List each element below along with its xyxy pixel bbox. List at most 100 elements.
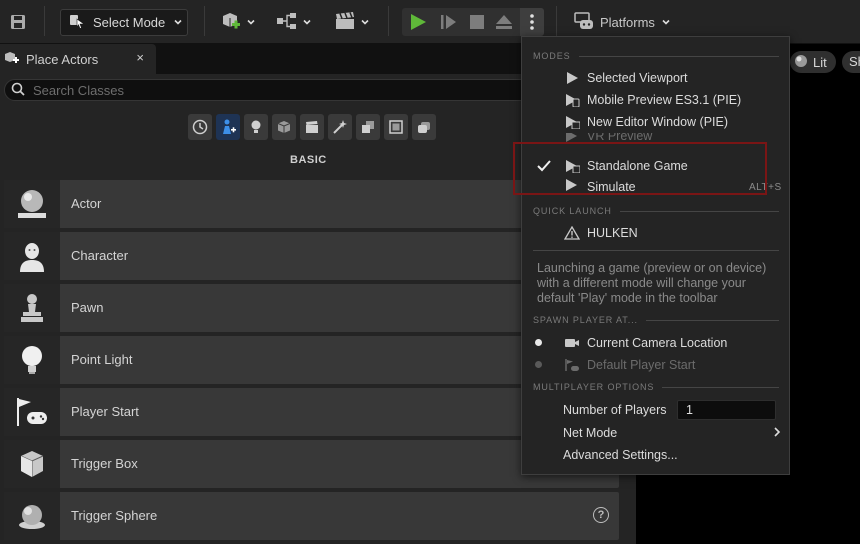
platforms-icon [574,11,594,33]
chevron-down-icon [246,15,256,30]
platforms-label: Platforms [600,14,655,30]
quick-launch-label: HULKEN [587,226,638,240]
modes-section-header: MODES [533,51,779,61]
actor-sphere-icon [4,180,60,228]
highlight-box [513,142,767,195]
toolbar-divider [44,6,45,36]
view-mode-lit-button[interactable]: Lit [790,51,836,73]
actor-row-trigger-sphere[interactable]: Trigger Sphere ? [4,492,619,540]
pawn-label: Pawn [71,300,104,315]
point-light-icon [4,336,60,384]
save-icon[interactable] [6,10,30,34]
chevron-right-icon[interactable] [772,426,782,441]
play-options-kebab-icon[interactable] [520,8,544,36]
mode-new-editor-window[interactable]: New Editor Window (PIE) [522,111,789,133]
select-mode-dropdown[interactable]: Select Mode [60,9,188,36]
lights-icon[interactable] [244,114,268,140]
eject-icon[interactable] [494,12,514,35]
quick-launch-section-header: QUICK LAUNCH [533,206,779,216]
spawn-current-camera[interactable]: Current Camera Location [522,332,789,354]
recent-icon[interactable] [188,114,212,140]
radio-unselected [535,361,542,368]
spawn-header-text: SPAWN PLAYER AT... [533,315,638,325]
select-mode-icon [69,13,85,32]
lit-sphere-icon [794,54,808,71]
trigger-box-label: Trigger Box [71,456,138,471]
search-placeholder: Search Classes [33,82,125,98]
chevron-down-icon [661,15,671,30]
search-icon [11,82,25,99]
place-actors-icon [4,50,20,69]
visual-effects-icon[interactable] [328,114,352,140]
player-start-flag-icon [564,358,580,372]
spawn-default-player-start[interactable]: Default Player Start [522,354,789,376]
cinematic-icon[interactable] [300,114,324,140]
select-mode-label: Select Mode [93,15,166,30]
play-icon [564,71,580,85]
blueprints-button[interactable] [272,10,316,34]
window-play-icon [564,115,580,129]
modes-header-text: MODES [533,51,571,61]
play-icon[interactable] [408,12,428,35]
tab-title: Place Actors [26,51,99,67]
multiplayer-section-header: MULTIPLAYER OPTIONS [533,382,779,392]
blueprint-graph-icon [276,12,298,33]
pawn-icon [4,284,60,332]
category-title: BASIC [290,154,327,166]
step-forward-icon[interactable] [439,13,457,34]
divider [533,250,779,251]
camera-icon [564,336,580,350]
toolbar-divider [204,6,205,36]
trigger-box-icon [4,440,60,488]
cinematics-button[interactable] [328,10,376,34]
trigger-sphere-icon [4,492,60,540]
number-of-players-input[interactable]: 1 [677,400,776,420]
radio-selected [535,339,542,346]
lit-label: Lit [813,54,827,70]
quick-launch-hulken[interactable]: HULKEN [522,222,789,244]
launch-mode-description: Launching a game (preview or on device) … [537,261,767,305]
player-start-icon [4,388,60,436]
play-options-menu: MODES Selected Viewport Mobile Preview E… [521,36,790,475]
divider [662,386,779,388]
all-classes-icon[interactable] [384,114,408,140]
basic-icon[interactable] [216,114,240,140]
play-controls-group [402,8,544,36]
character-label: Character [71,248,129,263]
spawn-section-header: SPAWN PLAYER AT... [533,315,779,325]
mode-selected-viewport[interactable]: Selected Viewport [522,67,789,89]
point-light-label: Point Light [71,352,133,367]
stop-icon[interactable] [468,13,486,34]
shapes-icon[interactable] [272,114,296,140]
mode-label: New Editor Window (PIE) [587,115,729,129]
mode-mobile-preview[interactable]: Mobile Preview ES3.1 (PIE) [522,89,789,111]
clapperboard-icon [334,11,356,34]
add-content-button[interactable] [216,10,260,34]
character-icon [4,232,60,280]
chevron-down-icon [302,15,312,30]
add-cube-icon [220,10,242,35]
mobile-play-icon [564,93,580,107]
quick-launch-header-text: QUICK LAUNCH [533,206,612,216]
help-icon[interactable]: ? [593,507,609,523]
number-of-players-label: Number of Players [563,403,667,417]
net-mode-item[interactable]: Net Mode [563,426,617,440]
divider [619,210,779,212]
toolbar-divider [556,6,557,36]
divider [645,319,779,321]
close-icon[interactable]: × [136,50,144,65]
spawn-option-label: Current Camera Location [587,336,728,350]
advanced-settings-item[interactable]: Advanced Settings... [563,448,678,462]
chevron-down-icon [360,15,370,30]
mode-label: Selected Viewport [587,71,688,85]
tab-place-actors[interactable]: Place Actors × [0,44,156,74]
divider [578,55,779,57]
show-menu-button[interactable]: Sh [842,51,860,73]
toolbar-divider [388,6,389,36]
misc-icon[interactable] [412,114,436,140]
warning-icon [564,226,580,240]
platforms-dropdown[interactable]: Platforms [566,9,676,35]
volumes-icon[interactable] [356,114,380,140]
mode-label: Mobile Preview ES3.1 (PIE) [587,93,742,107]
multiplayer-header-text: MULTIPLAYER OPTIONS [533,382,655,392]
